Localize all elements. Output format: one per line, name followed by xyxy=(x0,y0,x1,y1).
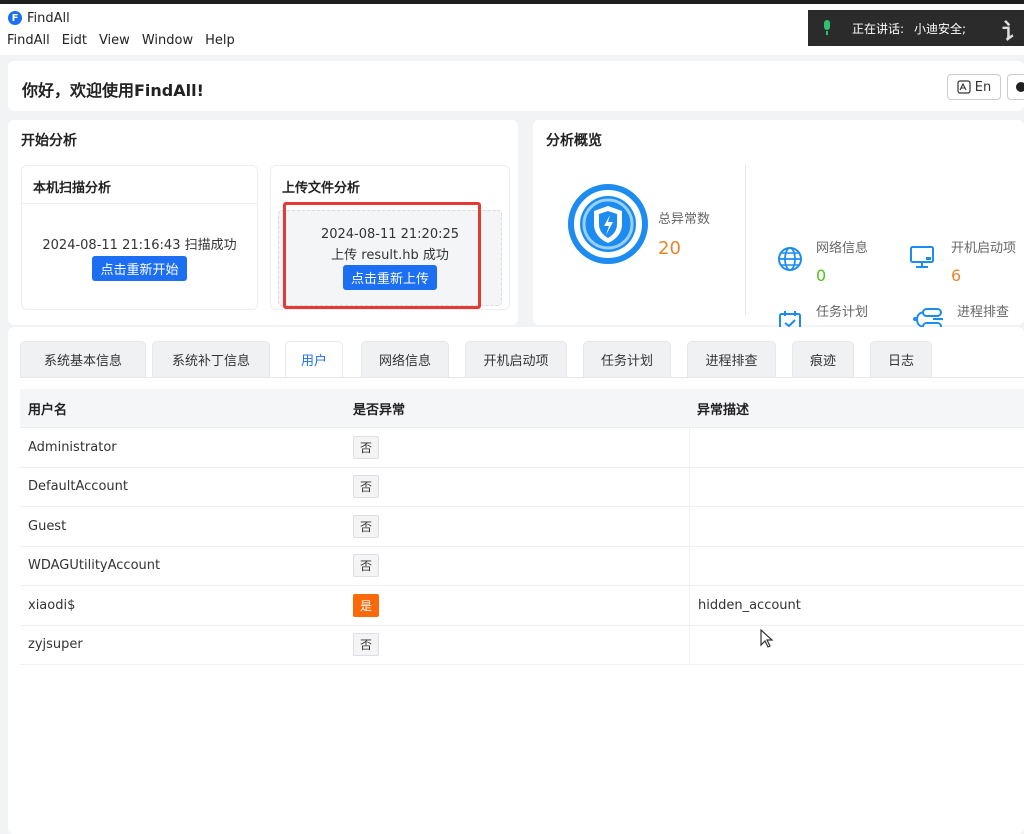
abnormal-badge: 否 xyxy=(353,435,380,459)
startup-items-value: 6 xyxy=(951,266,962,285)
app-body: 你好，欢迎使用FindAll! En 开始分析 本机扫描分析 2024-08-1… xyxy=(0,55,1024,834)
abnormal-cell: 否 xyxy=(353,514,689,538)
tab-users[interactable]: 用户 xyxy=(285,341,343,377)
greeting: 你好，欢迎使用FindAll! xyxy=(22,81,204,100)
abnormal-badge: 否 xyxy=(353,633,380,657)
scheduled-tasks-label: 任务计划 xyxy=(816,305,869,320)
start-analysis-title: 开始分析 xyxy=(21,133,77,149)
tab-divider xyxy=(20,377,1024,378)
highlight-box xyxy=(283,202,481,309)
restart-scan-button[interactable]: 点击重新开始 xyxy=(92,255,187,281)
app-logo-icon: F xyxy=(8,11,22,25)
speaker-name: 小迪安全; xyxy=(914,21,967,36)
language-label: En xyxy=(974,79,992,95)
local-scan-status: 2024-08-11 21:16:43 扫描成功 xyxy=(42,237,237,253)
username-cell: zyjsuper xyxy=(28,637,83,653)
shield-icon xyxy=(568,184,648,264)
details-panel: 系统基本信息 系统补丁信息 用户 网络信息 开机启动项 任务计划 进程排查 痕迹… xyxy=(8,327,1024,834)
speaking-overlay: 正在讲话: 小迪安全; 讠 xyxy=(808,10,1024,46)
translate-icon xyxy=(957,80,971,94)
table-row[interactable]: Guest 否 xyxy=(20,507,1024,547)
process-check-label: 进程排查 xyxy=(957,305,1010,320)
tab-traces[interactable]: 痕迹 xyxy=(792,341,854,377)
abnormal-badge: 是 xyxy=(353,593,380,617)
total-anomalies-label: 总异常数 xyxy=(658,212,711,227)
startup-items-label: 开机启动项 xyxy=(951,241,1017,256)
description-cell: hidden_account xyxy=(689,586,1024,625)
network-info-label: 网络信息 xyxy=(816,241,869,256)
tab-system-info[interactable]: 系统基本信息 xyxy=(20,341,146,377)
divider xyxy=(745,165,746,315)
local-scan-title: 本机扫描分析 xyxy=(33,181,112,196)
theme-toggle-button[interactable] xyxy=(1007,74,1024,100)
column-header-abnormal: 是否异常 xyxy=(353,402,406,418)
table-row[interactable]: WDAGUtilityAccount 否 xyxy=(20,546,1024,586)
column-header-description: 异常描述 xyxy=(697,402,750,418)
window-title: FindAll xyxy=(27,10,70,26)
tab-startup-items[interactable]: 开机启动项 xyxy=(465,341,567,377)
abnormal-badge: 否 xyxy=(353,475,380,499)
description-cell xyxy=(689,546,1024,585)
tab-process-check[interactable]: 进程排查 xyxy=(687,341,776,377)
description-cell xyxy=(689,625,1024,664)
menu-help[interactable]: Help xyxy=(205,33,235,53)
username-cell: Guest xyxy=(28,518,67,534)
microphone-icon xyxy=(822,20,832,36)
username-cell: WDAGUtilityAccount xyxy=(28,558,161,574)
local-scan-body: 2024-08-11 21:16:43 扫描成功 点击重新开始 xyxy=(22,204,257,310)
table-row[interactable]: Administrator 否 xyxy=(20,428,1024,468)
table-row[interactable]: zyjsuper 否 xyxy=(20,625,1024,665)
tab-network-info[interactable]: 网络信息 xyxy=(361,341,449,377)
tab-logs[interactable]: 日志 xyxy=(870,341,932,377)
menu-findall[interactable]: FindAll xyxy=(7,33,50,53)
mouse-cursor-icon xyxy=(760,629,774,648)
globe-icon xyxy=(776,245,804,273)
description-cell xyxy=(689,507,1024,546)
total-anomalies-value: 20 xyxy=(658,238,681,259)
description-cell xyxy=(689,467,1024,506)
table-header: 用户名 是否异常 异常描述 xyxy=(20,389,1024,428)
moon-icon xyxy=(1016,82,1024,92)
abnormal-cell: 否 xyxy=(353,475,689,499)
abnormal-badge: 否 xyxy=(353,514,380,538)
overlay-side-char: 讠 xyxy=(1001,20,1024,45)
speaking-label: 正在讲话: xyxy=(852,21,905,36)
tab-patch-info[interactable]: 系统补丁信息 xyxy=(152,341,270,377)
local-scan-card: 本机扫描分析 2024-08-11 21:16:43 扫描成功 点击重新开始 xyxy=(21,165,258,310)
abnormal-cell: 否 xyxy=(353,554,689,578)
tab-scheduled-tasks[interactable]: 任务计划 xyxy=(583,341,671,377)
users-table: 用户名 是否异常 异常描述 Administrator 否 DefaultAccou… xyxy=(20,389,1024,665)
abnormal-badge: 否 xyxy=(353,554,380,578)
column-header-username: 用户名 xyxy=(28,402,68,418)
abnormal-cell: 否 xyxy=(353,633,689,657)
menu-bar: FindAll Eidt View Window Help xyxy=(0,33,235,53)
table-row[interactable]: DefaultAccount 否 xyxy=(20,467,1024,507)
header: 你好，欢迎使用FindAll! En xyxy=(8,61,1024,111)
network-info-value: 0 xyxy=(816,266,827,285)
overview-card: 分析概览 总异常数 20 网络信息 0 开机启动项 6 任务计划 进程排查 xyxy=(533,120,1024,348)
username-cell: Administrator xyxy=(28,439,117,455)
overview-title: 分析概览 xyxy=(546,133,602,149)
language-button[interactable]: En xyxy=(947,74,1001,100)
menu-view[interactable]: View xyxy=(99,33,130,53)
monitor-icon xyxy=(908,243,936,271)
upload-title: 上传文件分析 xyxy=(282,181,361,196)
username-cell: xiaodi$ xyxy=(28,597,76,613)
menu-edit[interactable]: Eidt xyxy=(62,33,87,53)
abnormal-cell: 是 xyxy=(353,593,689,617)
username-cell: DefaultAccount xyxy=(28,479,128,495)
menu-window[interactable]: Window xyxy=(142,33,193,53)
abnormal-cell: 否 xyxy=(353,435,689,459)
table-row[interactable]: xiaodi$ 是 hidden_account xyxy=(20,586,1024,626)
description-cell xyxy=(689,428,1024,467)
